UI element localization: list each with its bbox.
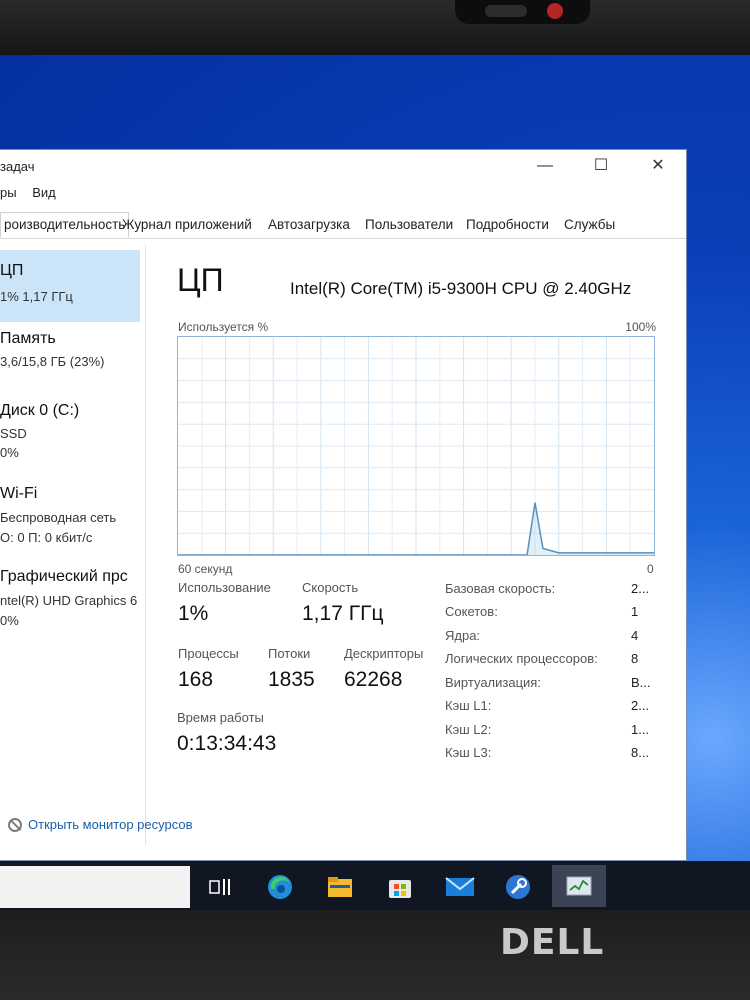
- spec-value: 1: [631, 604, 639, 619]
- sidebar-item-detail: 3,6/15,8 ГБ (23%): [0, 354, 105, 369]
- spec-value: 8...: [631, 745, 650, 760]
- graph-min-label: 0: [647, 562, 654, 576]
- menu-bar: ры Вид: [0, 185, 68, 200]
- minimize-button[interactable]: —: [530, 154, 560, 178]
- speed-value: 1,17 ГГц: [302, 602, 384, 625]
- sidebar-item-disk[interactable]: Диск 0 (C:) SSD 0%: [0, 397, 140, 475]
- laptop-bezel-bottom: [0, 910, 750, 1000]
- handles-value: 62268: [344, 668, 403, 691]
- mail-icon[interactable]: [442, 869, 478, 905]
- webcam: [455, 0, 590, 24]
- spec-label: Ядра:: [445, 628, 481, 643]
- laptop-bezel-top: [0, 0, 750, 55]
- dell-logo: DELL: [500, 922, 605, 963]
- handles-label: Дескрипторы: [344, 646, 424, 661]
- tab-performance[interactable]: роизводительность: [0, 212, 130, 238]
- speed-label: Скорость: [302, 580, 359, 595]
- spec-value: 2...: [631, 581, 650, 596]
- processes-value: 168: [178, 668, 214, 691]
- taskbar-search-box[interactable]: [0, 866, 190, 908]
- edge-icon[interactable]: [262, 869, 298, 905]
- cpu-usage-chart: [178, 337, 654, 556]
- spec-label: Кэш L2:: [445, 722, 492, 737]
- sidebar-item-cpu[interactable]: ЦП 1% 1,17 ГГц: [0, 250, 140, 322]
- spec-value: 8: [631, 651, 639, 666]
- title-bar[interactable]: задач — ☐ ✕: [0, 150, 686, 182]
- desktop-screen: задач — ☐ ✕ ры Вид роизводительность Жур…: [0, 55, 750, 910]
- menu-item-view[interactable]: Вид: [32, 185, 56, 200]
- webcam-led: [547, 3, 563, 19]
- spec-label: Кэш L1:: [445, 698, 492, 713]
- tab-users[interactable]: Пользователи: [362, 213, 456, 237]
- sidebar-item-title: ЦП: [0, 262, 24, 279]
- tab-details[interactable]: Подробности: [463, 213, 552, 237]
- tab-services[interactable]: Службы: [561, 213, 618, 237]
- sidebar-divider: [145, 245, 146, 845]
- spec-label: Виртуализация:: [445, 675, 541, 690]
- processes-label: Процессы: [178, 646, 239, 661]
- spec-label: Логических процессоров:: [445, 651, 598, 666]
- resource-monitor-label: Открыть монитор ресурсов: [28, 817, 193, 832]
- spec-value: 4: [631, 628, 639, 643]
- cpu-model: Intel(R) Core(TM) i5-9300H CPU @ 2.40GHz: [290, 279, 632, 298]
- spec-value: В...: [631, 675, 651, 690]
- tab-startup[interactable]: Автозагрузка: [265, 213, 353, 237]
- sidebar-item-detail: Беспроводная сеть: [0, 510, 117, 525]
- cpu-usage-graph: [177, 336, 655, 556]
- graph-max-label: 100%: [625, 320, 656, 334]
- task-view-icon[interactable]: [202, 869, 238, 905]
- spec-label: Базовая скорость:: [445, 581, 556, 596]
- usage-label: Использование: [178, 580, 271, 595]
- page-title: ЦП: [177, 262, 224, 298]
- sidebar-item-title: Память: [0, 330, 56, 347]
- sidebar-item-memory[interactable]: Память 3,6/15,8 ГБ (23%): [0, 325, 140, 395]
- uptime-value: 0:13:34:43: [177, 732, 277, 755]
- spec-label: Сокетов:: [445, 604, 498, 619]
- threads-label: Потоки: [268, 646, 311, 661]
- task-manager-icon[interactable]: [552, 865, 606, 907]
- close-button[interactable]: ✕: [643, 154, 673, 178]
- taskbar: [0, 861, 750, 910]
- sidebar-item-detail: 0%: [0, 613, 19, 628]
- uptime-label: Время работы: [177, 710, 264, 725]
- sidebar-item-detail: ntel(R) UHD Graphics 6: [0, 593, 138, 608]
- sidebar-item-detail: 0%: [0, 445, 19, 460]
- sidebar-item-detail: 1% 1,17 ГГц: [0, 289, 73, 304]
- spec-value: 2...: [631, 698, 650, 713]
- spec-value: 1...: [631, 722, 650, 737]
- window-title: задач: [0, 159, 35, 174]
- graph-label: Используется %: [178, 320, 269, 334]
- sidebar-item-wifi[interactable]: Wi-Fi Беспроводная сеть О: 0 П: 0 кбит/с: [0, 480, 140, 560]
- sidebar-item-detail: О: 0 П: 0 кбит/с: [0, 530, 93, 545]
- spec-label: Кэш L3:: [445, 745, 492, 760]
- menu-item-file[interactable]: ры: [0, 185, 17, 200]
- file-explorer-icon[interactable]: [322, 869, 358, 905]
- settings-icon[interactable]: [500, 869, 536, 905]
- maximize-button[interactable]: ☐: [586, 154, 616, 178]
- sidebar-item-gpu[interactable]: Графический прс ntel(R) UHD Graphics 6 0…: [0, 563, 140, 643]
- sidebar-item-title: Wi-Fi: [0, 485, 38, 502]
- sidebar-item-title: Графический прс: [0, 568, 128, 585]
- graph-time-label: 60 секунд: [178, 562, 233, 576]
- resource-sidebar: ЦП 1% 1,17 ГГц Память 3,6/15,8 ГБ (23%) …: [0, 245, 145, 845]
- webcam-shutter: [485, 5, 527, 17]
- sidebar-item-detail: SSD: [0, 426, 27, 441]
- usage-value: 1%: [178, 602, 209, 625]
- open-resource-monitor-link[interactable]: Открыть монитор ресурсов: [8, 817, 192, 832]
- threads-value: 1835: [268, 668, 315, 691]
- tab-bar: роизводительность Журнал приложений Авто…: [0, 210, 686, 239]
- store-icon[interactable]: [382, 869, 418, 905]
- sidebar-item-title: Диск 0 (C:): [0, 402, 80, 419]
- tab-app-history[interactable]: Журнал приложений: [119, 213, 255, 237]
- resource-monitor-icon: [8, 818, 22, 832]
- task-manager-window: задач — ☐ ✕ ры Вид роизводительность Жур…: [0, 150, 686, 860]
